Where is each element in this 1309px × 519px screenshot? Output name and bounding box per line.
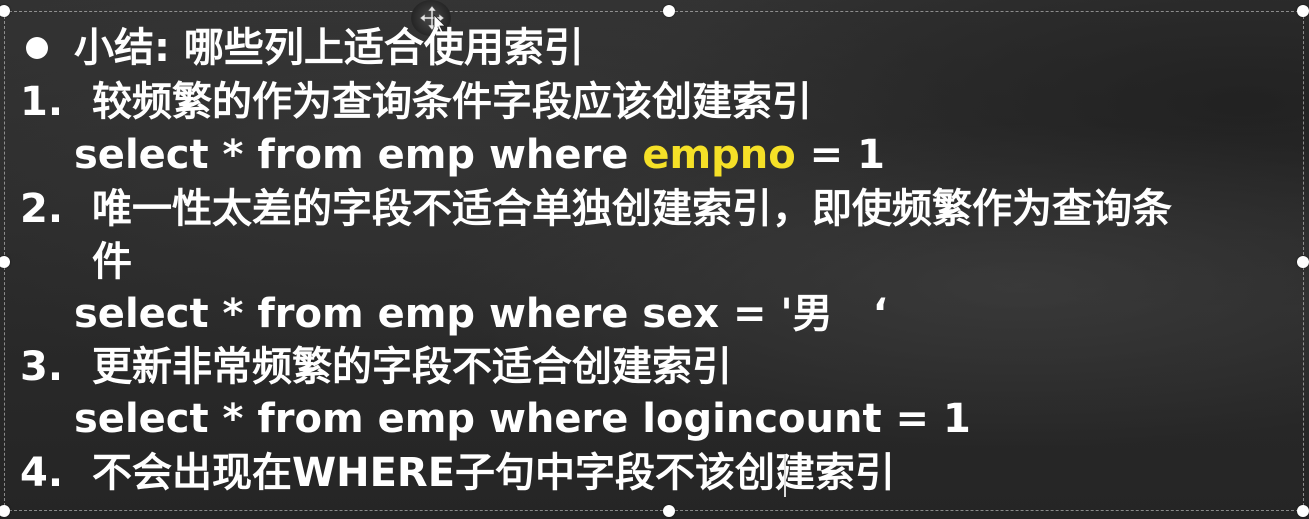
item-2-text-line1: 唯一性太差的字段不适合单独创建索引，即使频繁作为查询条: [92, 186, 1172, 232]
resize-handle-bottom-left[interactable]: [0, 505, 10, 517]
item-2-text-line2: 件: [92, 239, 132, 285]
resize-handle-top-center[interactable]: [663, 5, 675, 17]
slide-canvas[interactable]: 小结: 哪些列上适合使用索引 1. 较频繁的作为查询条件字段应该创建索引 sel…: [0, 0, 1309, 519]
resize-handle-middle-left[interactable]: [0, 256, 10, 268]
text-cursor-caret: [784, 455, 786, 497]
resize-handle-middle-right[interactable]: [1297, 256, 1309, 268]
item-2-number: 2.: [20, 186, 64, 232]
item-1-code-suffix: = 1: [795, 132, 885, 178]
item-1-code-highlight: empno: [642, 132, 796, 178]
item-3-number: 3.: [20, 344, 64, 390]
item-2-code: select * from emp where sex = '男 ‘: [74, 291, 888, 337]
item-1-number: 1.: [20, 79, 64, 125]
resize-handle-bottom-center[interactable]: [663, 505, 675, 517]
item-1-code: select * from emp where empno = 1: [74, 131, 885, 179]
item-3-code: select * from emp where logincount = 1: [74, 396, 971, 442]
bullet-dot-icon: [26, 37, 48, 59]
resize-handle-bottom-right[interactable]: [1297, 505, 1309, 517]
resize-handle-top-right[interactable]: [1297, 5, 1309, 17]
item-1-code-prefix: select * from emp where: [74, 132, 643, 178]
slide-heading: 小结: 哪些列上适合使用索引: [74, 25, 584, 71]
item-1-text: 较频繁的作为查询条件字段应该创建索引: [92, 79, 812, 125]
item-3-text: 更新非常频繁的字段不适合创建索引: [92, 344, 732, 390]
item-4-number: 4.: [20, 450, 64, 496]
resize-handle-top-left[interactable]: [0, 5, 10, 17]
item-4-text: 不会出现在WHERE子句中字段不该创建索引: [92, 450, 896, 496]
